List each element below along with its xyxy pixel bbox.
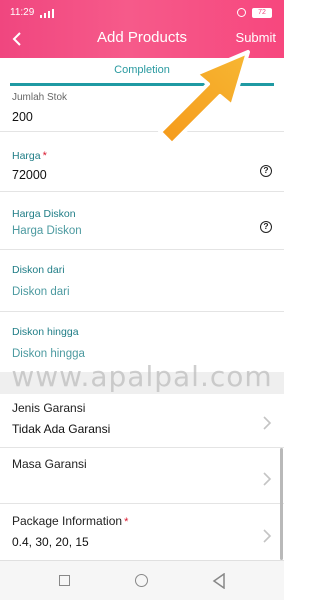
package-info-row[interactable]: Package Information * 0.4, 30, 20, 15 <box>0 504 284 560</box>
status-time: 11:29 <box>10 7 35 18</box>
discount-to-label: Diskon hingga <box>12 326 79 338</box>
discount-to-input[interactable]: Diskon hingga <box>12 348 85 360</box>
warranty-type-row[interactable]: Jenis Garansi Tidak Ada Garansi <box>0 394 284 448</box>
triangle-back-icon[interactable] <box>212 573 226 589</box>
price-label: Harga * <box>12 150 47 162</box>
stock-field[interactable]: Jumlah Stok 200 <box>0 88 284 132</box>
circle-icon[interactable] <box>135 574 148 587</box>
submit-button[interactable]: Submit <box>236 30 276 45</box>
stock-label: Jumlah Stok <box>12 92 68 103</box>
app-bar: Add Products Submit <box>0 22 284 58</box>
discount-price-label: Harga Diskon <box>12 208 76 220</box>
chevron-right-icon <box>263 529 272 543</box>
signal-icon <box>40 9 54 18</box>
warranty-period-row[interactable]: Masa Garansi <box>0 448 284 504</box>
discount-to-field[interactable]: Diskon hingga Diskon hingga <box>0 312 284 372</box>
required-star: * <box>42 150 47 162</box>
add-products-screen: 11:29 72 Add Products Submit Completion … <box>0 0 284 600</box>
discount-price-field[interactable]: Harga Diskon Harga Diskon ? <box>0 192 284 250</box>
package-info-label: Package Information * <box>12 514 128 528</box>
section-divider <box>0 372 284 394</box>
price-field[interactable]: Harga * 72000 ? <box>0 132 284 192</box>
package-info-value: 0.4, 30, 20, 15 <box>12 535 89 549</box>
chevron-right-icon <box>263 472 272 486</box>
question-circle-icon[interactable]: ? <box>260 221 272 233</box>
warranty-type-value: Tidak Ada Garansi <box>12 422 111 436</box>
warranty-period-label: Masa Garansi <box>12 457 87 471</box>
price-label-text: Harga <box>12 150 41 162</box>
tab-strip: Completion <box>0 58 284 88</box>
price-value[interactable]: 72000 <box>12 168 47 182</box>
battery-icon: 72 <box>252 8 272 18</box>
stock-value[interactable]: 200 <box>12 110 33 124</box>
discount-price-input[interactable]: Harga Diskon <box>12 225 82 237</box>
discount-from-field[interactable]: Diskon dari Diskon dari <box>0 250 284 312</box>
top-header: 11:29 72 Add Products Submit <box>0 0 284 58</box>
alarm-icon <box>237 8 246 17</box>
chevron-right-icon <box>263 416 272 430</box>
required-star: * <box>124 516 129 528</box>
discount-from-input[interactable]: Diskon dari <box>12 286 70 298</box>
tab-completion[interactable]: Completion <box>0 64 284 76</box>
scrollbar[interactable] <box>280 448 283 560</box>
status-bar: 11:29 72 <box>0 0 284 22</box>
system-nav-bar <box>0 560 284 600</box>
question-circle-icon[interactable]: ? <box>260 165 272 177</box>
tab-indicator <box>10 83 274 86</box>
square-icon[interactable] <box>59 575 70 586</box>
warranty-type-label: Jenis Garansi <box>12 401 86 415</box>
discount-from-label: Diskon dari <box>12 264 65 276</box>
package-info-label-text: Package Information <box>12 514 123 528</box>
